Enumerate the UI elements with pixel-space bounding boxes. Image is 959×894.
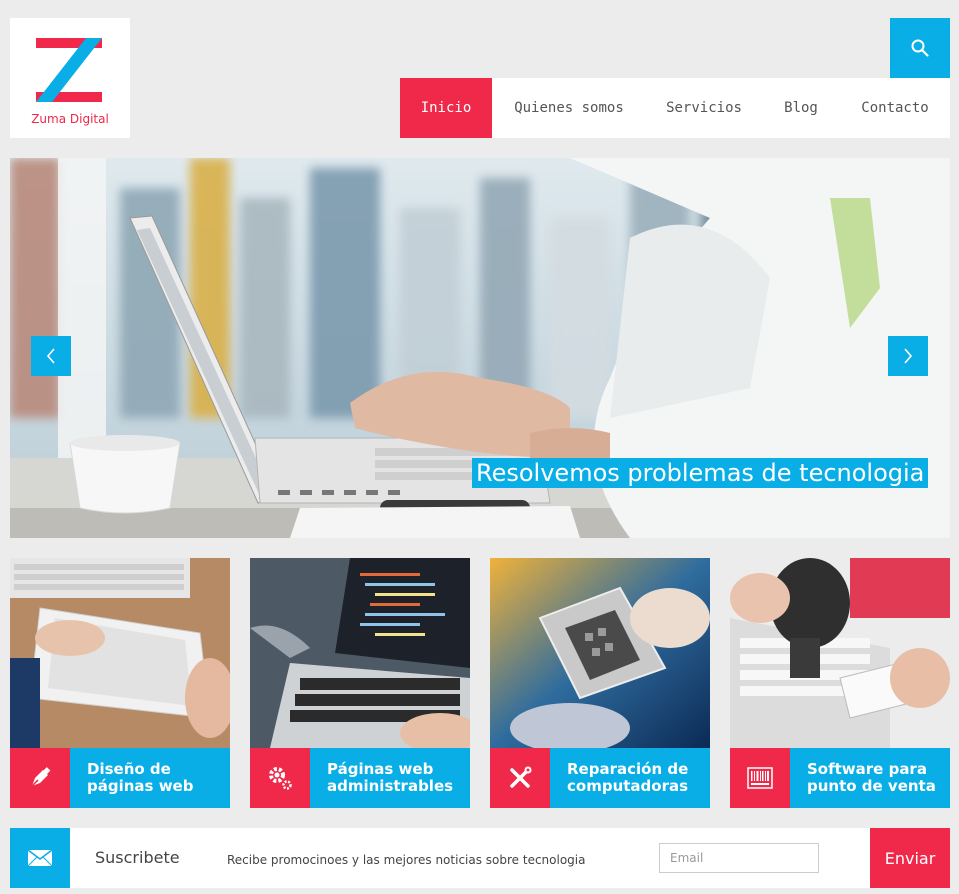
logo[interactable]: Zuma Digital (10, 18, 130, 138)
service-title: Páginas web administrables (310, 748, 470, 808)
service-icon-box (250, 748, 310, 808)
slider-next-button[interactable] (888, 336, 928, 376)
nav-item-servicios[interactable]: Servicios (646, 78, 762, 138)
nav-item-quienes-somos[interactable]: Quienes somos (492, 78, 646, 138)
main-nav: Inicio Quienes somos Servicios Blog Cont… (400, 78, 950, 138)
service-card-reparacion[interactable]: Reparación de computadoras (490, 558, 710, 808)
service-image (730, 558, 950, 748)
service-image (10, 558, 230, 748)
subscribe-title: Suscribete (95, 848, 180, 867)
hero-slider: Resolvemos problemas de tecnologia (10, 158, 950, 538)
slider-prev-button[interactable] (31, 336, 71, 376)
chevron-right-icon (904, 348, 913, 364)
service-title: Software para punto de venta (790, 748, 950, 808)
gears-icon (269, 767, 292, 790)
logo-mark-icon (36, 38, 102, 102)
service-icon-box (10, 748, 70, 808)
envelope-icon (27, 849, 53, 867)
subscribe-description: Recibe promocinoes y las mejores noticia… (227, 853, 586, 867)
service-card-diseno[interactable]: Diseño de páginas web (10, 558, 230, 808)
chevron-left-icon (46, 348, 55, 364)
tools-icon (510, 766, 532, 788)
nav-item-inicio[interactable]: Inicio (400, 78, 492, 138)
pen-nib-icon (31, 767, 51, 787)
email-field[interactable] (659, 843, 819, 873)
nav-item-blog[interactable]: Blog (762, 78, 840, 138)
logo-text: Zuma Digital (31, 112, 109, 126)
service-image (490, 558, 710, 748)
hero-caption: Resolvemos problemas de tecnologia (472, 458, 929, 488)
nav-item-contacto[interactable]: Contacto (840, 78, 950, 138)
subscribe-icon-box (10, 828, 70, 888)
service-card-software-pos[interactable]: Software para punto de venta (730, 558, 950, 808)
service-title: Diseño de páginas web (70, 748, 230, 808)
barcode-icon (747, 767, 773, 789)
send-button[interactable]: Enviar (870, 828, 950, 888)
service-image (250, 558, 470, 748)
service-title: Reparación de computadoras (550, 748, 710, 808)
search-icon (911, 39, 929, 57)
search-button[interactable] (890, 18, 950, 78)
service-icon-box (730, 748, 790, 808)
service-icon-box (490, 748, 550, 808)
service-card-paginas-web[interactable]: Páginas web administrables (250, 558, 470, 808)
subscribe-bar: Suscribete Recibe promocinoes y las mejo… (10, 828, 950, 888)
